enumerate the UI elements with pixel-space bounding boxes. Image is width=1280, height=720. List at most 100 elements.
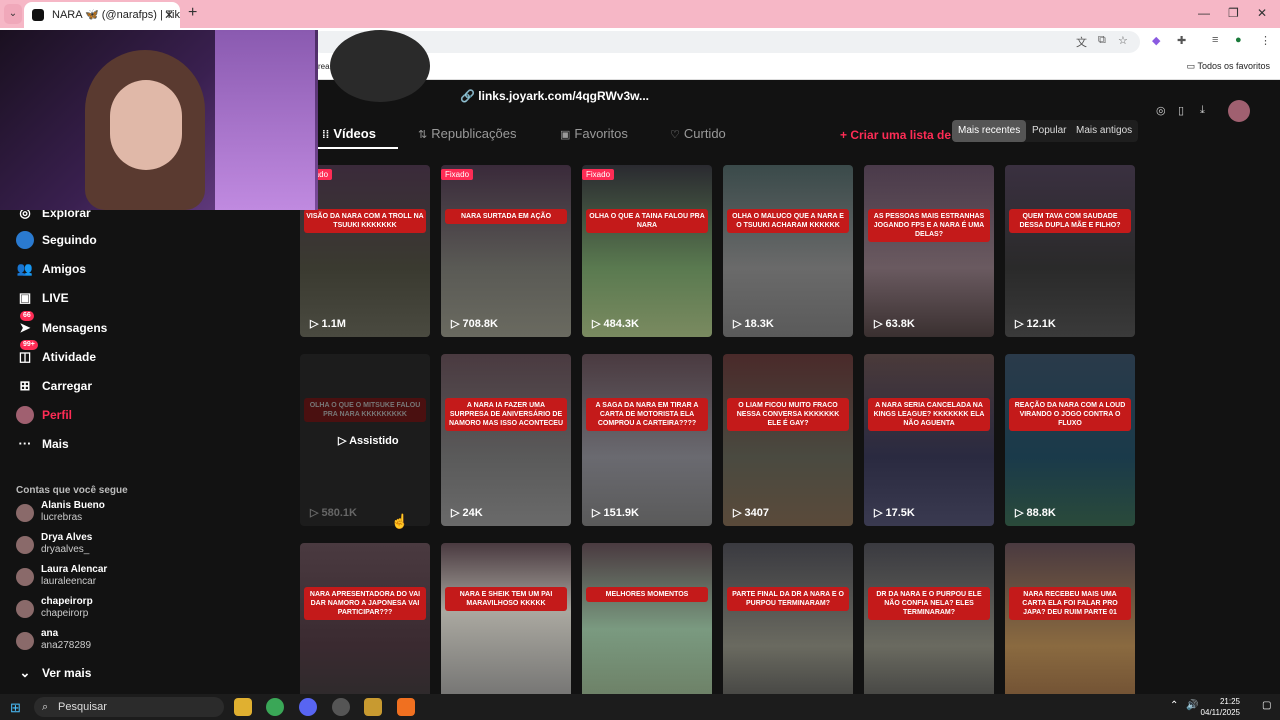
browser-tab-active[interactable]: NARA 🦋 (@narafps) | TikTok ✕ — [24, 2, 180, 28]
profile-link[interactable]: 🔗 links.joyark.com/4qgRWv3w... — [460, 89, 649, 103]
view-count-text: 24K — [462, 507, 483, 519]
video-card[interactable]: FixadoVISÃO DA NARA COM A TROLL NA TSUUK… — [300, 165, 430, 337]
notification-icon[interactable]: ▢ — [1262, 700, 1271, 711]
steam-icon[interactable] — [332, 698, 350, 716]
view-count: ▷ 88.8K — [1015, 507, 1056, 519]
install-icon[interactable]: ⧉ — [1098, 34, 1106, 47]
tab-videos[interactable]: ⁞⁞ Vídeos — [322, 126, 376, 141]
video-card[interactable]: DR DA NARA E O PURPOU ELE NÃO CONFIA NEL… — [864, 543, 994, 715]
translate-icon[interactable]: 文 — [1076, 34, 1087, 50]
restore-icon[interactable]: ❐ — [1228, 6, 1239, 20]
tab-label: Republicações — [431, 126, 517, 141]
view-count: ▷ 1.1M — [310, 318, 346, 330]
phone-icon[interactable]: ▯ — [1178, 104, 1184, 117]
video-caption: NARA E SHEIK TEM UM PAI MARAVILHOSO KKKK… — [445, 587, 567, 611]
all-bookmarks-button[interactable]: ▭ Todos os favoritos — [1187, 61, 1270, 72]
account-username: chapeirorp — [41, 608, 89, 619]
bookmark-star-icon[interactable]: ☆ — [1118, 34, 1128, 47]
pinned-badge: Fixado — [582, 169, 615, 180]
following-account[interactable]: ana ana278289 — [16, 628, 276, 658]
view-count: ▷ 18.3K — [733, 318, 774, 330]
menu-dots-icon[interactable]: ⋮ — [1260, 34, 1271, 47]
following-account[interactable]: chapeirorp chapeirorp — [16, 596, 276, 626]
tab-label: Curtido — [683, 126, 726, 141]
video-card[interactable]: O LIAM FICOU MUITO FRACO NESSA CONVERSA … — [723, 354, 853, 526]
clock-time: 21:25 — [1219, 697, 1240, 706]
nav-following[interactable]: Seguindo — [16, 229, 286, 251]
nav-friends[interactable]: 👥 Amigos — [16, 258, 286, 280]
tab-search-button[interactable]: ⌄ — [4, 4, 22, 24]
sort-popular[interactable]: Popular — [1026, 120, 1072, 142]
profile-avatar — [330, 30, 430, 102]
see-more-button[interactable]: ⌄ Ver mais — [16, 662, 286, 684]
video-card[interactable]: OLHA O MALUCO QUE A NARA E O TSUUKI ACHA… — [723, 165, 853, 337]
video-caption: REAÇÃO DA NARA COM A LOUD VIRANDO O JOGO… — [1009, 398, 1131, 431]
nav-messages[interactable]: ➤ 66 Mensagens — [16, 311, 286, 339]
discord-icon[interactable] — [299, 698, 317, 716]
video-card[interactable]: NARA RECEBEU MAIS UMA CARTA ELA FOI FALA… — [1005, 543, 1135, 715]
app-icon[interactable] — [397, 698, 415, 716]
nav-profile[interactable]: Perfil — [16, 404, 286, 426]
video-card[interactable]: A NARA IA FAZER UMA SURPRESA DE ANIVERSÁ… — [441, 354, 571, 526]
video-card[interactable]: PARTE FINAL DA DR A NARA E O PURPOU TERM… — [723, 543, 853, 715]
following-icon — [16, 231, 34, 249]
taskbar-search[interactable]: ⌕ Pesquisar — [34, 697, 224, 717]
download-icon[interactable]: ⤓ — [1200, 104, 1205, 117]
search-placeholder: Pesquisar — [58, 701, 107, 713]
extension-icon[interactable]: ◆ — [1152, 34, 1160, 47]
browser-tab-strip: ⌄ NARA 🦋 (@narafps) | TikTok ✕ + — ❐ ✕ — [0, 0, 1280, 28]
create-list-button[interactable]: + Criar uma lista de re — [840, 128, 966, 142]
video-caption: VISÃO DA NARA COM A TROLL NA TSUUKI KKKK… — [304, 209, 426, 233]
tab-reposts[interactable]: ⇅ Republicações — [418, 126, 517, 141]
tab-favorites[interactable]: ▣ Favoritos — [560, 126, 628, 141]
nav-upload[interactable]: ⊞ Carregar — [16, 375, 286, 397]
minimize-icon[interactable]: — — [1198, 6, 1210, 20]
video-card[interactable]: AS PESSOAS MAIS ESTRANHAS JOGANDO FPS E … — [864, 165, 994, 337]
chevron-up-icon[interactable]: ⌃ — [1170, 700, 1178, 711]
video-card[interactable]: REAÇÃO DA NARA COM A LOUD VIRANDO O JOGO… — [1005, 354, 1135, 526]
following-account[interactable]: Alanis Bueno lucrebras — [16, 500, 276, 530]
video-card[interactable]: Fixado OLHA O QUE A TAINA FALOU PRA NARA ▷… — [582, 165, 712, 337]
view-count: ▷ 24K — [451, 507, 483, 519]
tab-liked[interactable]: ♡ Curtido — [670, 126, 726, 141]
media-icon[interactable]: ≡ — [1212, 34, 1218, 46]
sort-oldest[interactable]: Mais antigos — [1070, 120, 1138, 142]
video-card[interactable]: OLHA O QUE O MITSUKE FALOU PRA NARA KKKK… — [300, 354, 430, 526]
view-count-text: 63.8K — [885, 318, 915, 330]
url-input[interactable] — [310, 31, 1140, 53]
video-card[interactable]: A SAGA DA NARA EM TIRAR A CARTA DE MOTOR… — [582, 354, 712, 526]
video-caption: PARTE FINAL DA DR A NARA E O PURPOU TERM… — [727, 587, 849, 611]
video-card[interactable]: Fixado NARA SURTADA EM AÇÃO ▷ 708.8K — [441, 165, 571, 337]
clock[interactable]: 21:25 04/11/2025 — [1201, 696, 1240, 718]
new-tab-button[interactable]: + — [188, 4, 197, 22]
video-card[interactable]: QUEM TAVA COM SAUDADE DESSA DUPLA MÃE E … — [1005, 165, 1135, 337]
app-icon[interactable] — [364, 698, 382, 716]
video-card[interactable]: NARA APRESENTADORA DO VAI DAR NAMORO A J… — [300, 543, 430, 715]
video-card[interactable]: A NARA SERIA CANCELADA NA KINGS LEAGUE? … — [864, 354, 994, 526]
grid-icon: ⁞⁞ — [322, 129, 330, 141]
video-card[interactable]: MELHORES MOMENTOS — [582, 543, 712, 715]
nav-more[interactable]: ··· Mais — [16, 433, 286, 455]
nav-activity[interactable]: ◫ 99+ Atividade — [16, 340, 286, 368]
close-window-icon[interactable]: ✕ — [1257, 6, 1267, 20]
streamer-face-image — [110, 80, 182, 170]
following-account[interactable]: Laura Alencar lauraleencar — [16, 564, 276, 594]
search-icon: ⌕ — [42, 701, 49, 713]
chevron-down-icon: ⌄ — [19, 665, 31, 680]
sort-recent[interactable]: Mais recentes — [952, 120, 1027, 142]
watched-text: Assistido — [349, 435, 399, 447]
compass-icon[interactable]: ◎ — [1156, 104, 1166, 117]
close-tab-icon[interactable]: ✕ — [164, 2, 174, 28]
video-card[interactable]: NARA E SHEIK TEM UM PAI MARAVILHOSO KKKK… — [441, 543, 571, 715]
file-explorer-icon[interactable] — [234, 698, 252, 716]
volume-icon[interactable]: 🔊 — [1186, 700, 1198, 711]
windows-start-icon[interactable]: ⊞ — [10, 700, 21, 716]
see-more-label: Ver mais — [42, 666, 92, 680]
nav-live[interactable]: ▣ LIVE — [16, 287, 286, 309]
extensions-puzzle-icon[interactable]: ✚ — [1177, 34, 1186, 47]
profile-avatar-icon[interactable]: ● — [1235, 34, 1242, 46]
chrome-icon[interactable] — [266, 698, 284, 716]
following-account[interactable]: Drya Alves dryaalves_ — [16, 532, 276, 562]
shelf-image — [215, 30, 315, 210]
tiktok-favicon-icon — [32, 9, 44, 21]
